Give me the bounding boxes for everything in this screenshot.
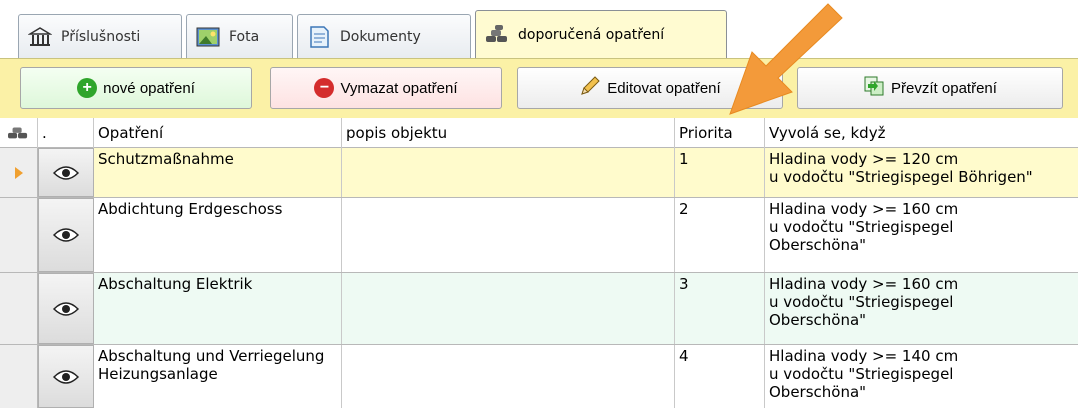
view-button[interactable]: [38, 273, 94, 344]
tab-label: Příslušnosti: [61, 28, 141, 45]
measure-cell: Schutzmaßnahme: [94, 148, 342, 197]
measure-cell: Abschaltung und Verriegelung Heizungsanl…: [94, 345, 342, 408]
priority-cell: 2: [675, 198, 765, 272]
copy-icon: [863, 75, 885, 101]
trigger-cell: Hladina vody >= 160 cm u vodočtu "Strieg…: [765, 198, 1078, 272]
tab-dokumenty[interactable]: Dokumenty: [297, 14, 471, 58]
row-selector[interactable]: [0, 198, 38, 272]
view-button[interactable]: [38, 148, 94, 197]
view-button[interactable]: [38, 198, 94, 272]
trigger-line: Hladina vody >= 120 cm: [769, 150, 959, 168]
column-header-measure[interactable]: Opatření: [94, 118, 342, 148]
table-row[interactable]: Abdichtung Erdgeschoss 2 Hladina vody >=…: [0, 198, 1078, 273]
row-selector[interactable]: [0, 273, 38, 344]
tab-fota[interactable]: Fota: [186, 14, 293, 58]
column-header-dot: .: [38, 118, 94, 148]
tab-doporucena-opatreni[interactable]: doporučená opatření: [475, 10, 727, 58]
building-icon: [27, 24, 53, 50]
trigger-line: Oberschöna": [769, 311, 867, 329]
pencil-icon: [579, 75, 601, 101]
measure-cell: Abschaltung Elektrik: [94, 273, 342, 344]
trigger-line: Hladina vody >= 160 cm: [769, 275, 959, 293]
measures-table: . Opatření popis objektu Priorita Vyvolá…: [0, 118, 1078, 408]
trigger-line: u vodočtu "Striegispegel: [769, 218, 954, 236]
tab-prislusnosti[interactable]: Příslušnosti: [18, 14, 182, 58]
delete-measure-button[interactable]: − Vymazat opatření: [270, 67, 502, 109]
priority-cell: 1: [675, 148, 765, 197]
tab-label: doporučená opatření: [518, 26, 665, 43]
eye-icon: [53, 369, 79, 384]
sandbag-icon: [484, 22, 510, 48]
trigger-line: Oberschöna": [769, 383, 867, 401]
annotation-arrow-icon: [729, 3, 843, 115]
minus-icon: −: [314, 78, 335, 98]
trigger-cell: Hladina vody >= 160 cm u vodočtu "Strieg…: [765, 273, 1078, 344]
eye-icon: [53, 165, 79, 180]
description-cell: [342, 345, 675, 408]
sandbag-icon: [0, 118, 38, 148]
document-icon: [306, 24, 332, 50]
table-row[interactable]: Schutzmaßnahme 1 Hladina vody >= 120 cm …: [0, 148, 1078, 198]
row-selector[interactable]: [0, 345, 38, 408]
row-selector[interactable]: [0, 148, 38, 197]
photo-icon: [195, 24, 221, 50]
trigger-line: u vodočtu "Striegispegel: [769, 365, 954, 383]
trigger-line: Hladina vody >= 140 cm: [769, 347, 959, 365]
eye-icon: [53, 301, 79, 316]
toolbar: + nové opatření − Vymazat opatření Edito…: [0, 58, 1078, 118]
trigger-cell: Hladina vody >= 120 cm u vodočtu "Strieg…: [765, 148, 1078, 197]
delete-measure-label: Vymazat opatření: [340, 79, 458, 97]
trigger-cell: Hladina vody >= 140 cm u vodočtu "Strieg…: [765, 345, 1078, 408]
description-cell: [342, 273, 675, 344]
current-row-arrow-icon: [14, 166, 23, 179]
table-header: . Opatření popis objektu Priorita Vyvolá…: [0, 118, 1078, 148]
trigger-line: u vodočtu "Striegispegel Böhrigen": [769, 168, 1033, 186]
view-button[interactable]: [38, 345, 94, 408]
column-header-description[interactable]: popis objektu: [342, 118, 675, 148]
table-row[interactable]: Abschaltung und Verriegelung Heizungsanl…: [0, 345, 1078, 408]
new-measure-button[interactable]: + nové opatření: [20, 67, 252, 109]
description-cell: [342, 148, 675, 197]
priority-cell: 4: [675, 345, 765, 408]
new-measure-label: nové opatření: [103, 79, 195, 97]
trigger-line: Hladina vody >= 160 cm: [769, 200, 959, 218]
tab-label: Fota: [229, 28, 260, 45]
plus-icon: +: [77, 78, 98, 98]
table-row[interactable]: Abschaltung Elektrik 3 Hladina vody >= 1…: [0, 273, 1078, 345]
tab-label: Dokumenty: [340, 28, 421, 45]
description-cell: [342, 198, 675, 272]
tab-bar: Příslušnosti Fota Dokumenty doporučená o…: [0, 0, 1078, 58]
take-measure-label: Převzít opatření: [891, 79, 997, 97]
eye-icon: [53, 228, 79, 242]
trigger-line: Oberschöna": [769, 236, 867, 254]
measure-cell: Abdichtung Erdgeschoss: [94, 198, 342, 272]
priority-cell: 3: [675, 273, 765, 344]
trigger-line: u vodočtu "Striegispegel: [769, 293, 954, 311]
